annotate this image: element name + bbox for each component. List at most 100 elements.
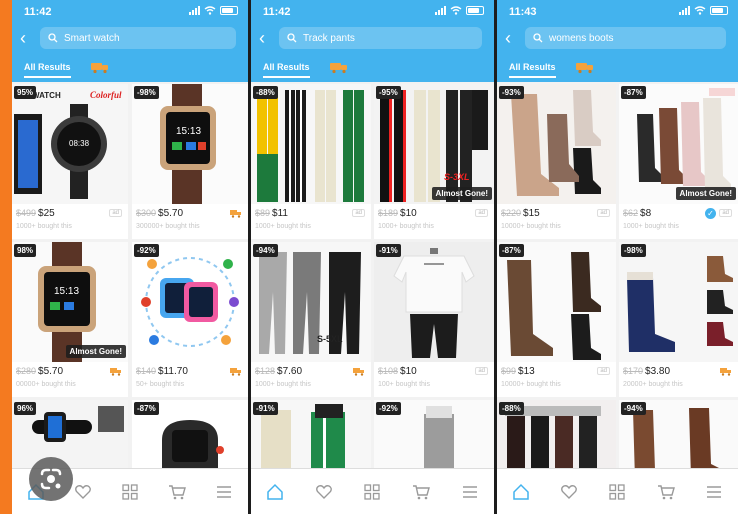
product-image: -91%	[374, 242, 494, 362]
cart-icon[interactable]	[657, 483, 675, 501]
product-card[interactable]: -92% $140 $11.70 50+ bought this	[132, 242, 248, 397]
sale-price: $13	[518, 366, 535, 377]
phone-screen-smart-watch: 11:42 ‹ Smart watch All Results WATCH Co…	[12, 0, 248, 514]
product-image: -93%	[497, 84, 616, 204]
svg-text:15:13: 15:13	[54, 286, 79, 297]
product-card[interactable]: -87% $99 $13 10000+ bought this ad	[497, 242, 616, 397]
original-price: $99	[501, 366, 517, 376]
discount-badge: -91%	[376, 244, 401, 257]
back-arrow-icon[interactable]: ‹	[505, 29, 519, 47]
wifi-icon	[694, 6, 706, 15]
search-icon	[48, 33, 58, 43]
product-card[interactable]: -88% $89 $11 1000+ bought this ad	[251, 84, 371, 239]
bought-count: 20000+ bought this	[623, 381, 683, 388]
search-icon	[533, 33, 543, 43]
back-arrow-icon[interactable]: ‹	[259, 29, 273, 47]
grid-icon[interactable]	[121, 483, 139, 501]
search-bar[interactable]: Smart watch	[40, 27, 236, 49]
cart-icon[interactable]	[168, 483, 187, 501]
product-image: -88%	[251, 84, 371, 204]
back-arrow-icon[interactable]: ‹	[20, 29, 34, 47]
product-card[interactable]: -98% $170 $3.80 20000+ bought this	[619, 242, 738, 397]
menu-icon[interactable]	[705, 483, 723, 501]
sale-price: $25	[38, 208, 55, 219]
sale-price: $11.70	[158, 366, 188, 377]
product-card[interactable]: -93% $220 $15 10000+ bought this ad	[497, 84, 616, 239]
bought-count: 1000+ bought this	[255, 381, 311, 388]
home-icon[interactable]	[512, 483, 530, 501]
product-image: 15:13 -98%	[132, 84, 248, 204]
original-price: $128	[255, 366, 276, 376]
product-card[interactable]: 15:13 -98% $300 $5.70 300000+ bought this	[132, 84, 248, 239]
product-card[interactable]: WATCH Colorful 08:38 95% $499 $25 1000+ b…	[12, 84, 128, 239]
discount-badge: 96%	[14, 402, 37, 415]
cart-icon[interactable]	[412, 483, 431, 501]
shipping-truck-icon[interactable]	[90, 60, 110, 74]
almost-gone-label: Almost Gone!	[675, 187, 736, 200]
app-header: 11:42 ‹ Track pants All Results	[251, 0, 494, 82]
bought-count: 1000+ bought this	[623, 223, 679, 230]
shipping-truck-icon	[720, 368, 731, 376]
sale-price: $10	[400, 208, 417, 219]
heart-icon[interactable]	[315, 483, 333, 501]
bought-count: 1000+ bought this	[255, 223, 311, 230]
sale-price: $7.60	[277, 366, 303, 377]
product-card[interactable]: -91% $108 $10 100+ bought this ad	[374, 242, 494, 397]
signal-icon	[679, 6, 690, 15]
ad-tag: ad	[109, 209, 122, 217]
sale-price: $10	[400, 366, 417, 377]
bought-count: 10000+ bought this	[501, 223, 561, 230]
original-price: $220	[501, 208, 522, 218]
ad-tag: ad	[719, 209, 732, 217]
discount-badge: -87%	[621, 86, 646, 99]
shipping-truck-icon	[110, 368, 121, 376]
shipping-truck-icon	[353, 368, 364, 376]
product-image: -98%	[619, 242, 738, 362]
search-query: Smart watch	[64, 32, 120, 44]
product-card[interactable]: S-5XL -94% $128 $7.60 1000+ bought this	[251, 242, 371, 397]
discount-badge: -91%	[253, 402, 278, 415]
shipping-truck-icon[interactable]	[575, 60, 595, 74]
home-icon[interactable]	[266, 483, 284, 501]
size-range-label: S-3XL	[444, 172, 470, 182]
product-image: -87%	[497, 242, 616, 362]
bought-count: 1000+ bought this	[378, 223, 434, 230]
menu-icon[interactable]	[461, 483, 479, 501]
product-image: 15:13 98% Almost Gone!	[12, 242, 128, 362]
image-search-lens-button[interactable]	[29, 457, 73, 501]
bottom-navigation	[251, 468, 494, 514]
svg-text:15:13: 15:13	[176, 126, 201, 137]
product-card[interactable]: S-3XL -95% Almost Gone! $189 $10 1000+ bo…	[374, 84, 494, 239]
tab-all-results[interactable]: All Results	[24, 62, 71, 78]
bought-count: 00000+ bought this	[16, 381, 76, 388]
discount-badge: -93%	[499, 86, 524, 99]
tab-all-results[interactable]: All Results	[263, 62, 310, 78]
heart-icon[interactable]	[560, 483, 578, 501]
original-price: $499	[16, 208, 37, 218]
original-price: $300	[136, 208, 157, 218]
original-price: $170	[623, 366, 644, 376]
ad-tag: ad	[475, 367, 488, 375]
search-bar[interactable]: womens boots	[525, 27, 726, 49]
discount-badge: -87%	[499, 244, 524, 257]
heart-icon[interactable]	[74, 483, 92, 501]
bought-count: 300000+ bought this	[136, 223, 200, 230]
search-query: Track pants	[303, 32, 355, 44]
bought-count: 10000+ bought this	[501, 381, 561, 388]
bought-count: 1000+ bought this	[16, 223, 72, 230]
sale-price: $11	[272, 208, 288, 219]
grid-icon[interactable]	[363, 483, 381, 501]
search-bar[interactable]: Track pants	[279, 27, 482, 49]
product-image: WATCH Colorful 08:38 95%	[12, 84, 128, 204]
battery-icon	[710, 6, 728, 15]
product-card[interactable]: -87% Almost Gone! $62 $8 1000+ bought thi…	[619, 84, 738, 239]
discount-badge: -92%	[376, 402, 401, 415]
status-bar: 11:43	[497, 6, 738, 20]
shipping-truck-icon[interactable]	[329, 60, 349, 74]
status-bar: 11:42	[251, 6, 494, 20]
menu-icon[interactable]	[215, 483, 233, 501]
product-card[interactable]: 15:13 98% Almost Gone! $280 $5.70 00000+ …	[12, 242, 128, 397]
status-time: 11:42	[24, 6, 52, 18]
grid-icon[interactable]	[608, 483, 626, 501]
tab-all-results[interactable]: All Results	[509, 62, 556, 78]
